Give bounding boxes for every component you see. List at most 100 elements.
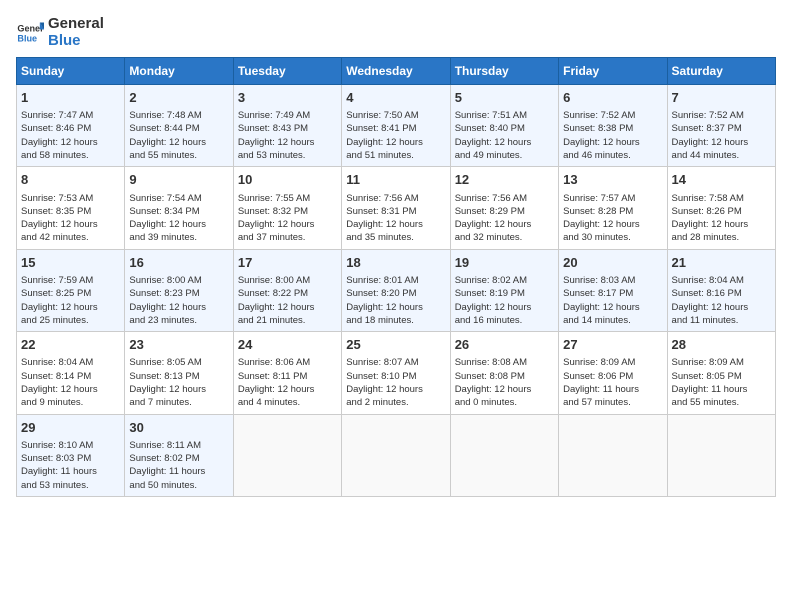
- day-info: and 21 minutes.: [238, 314, 337, 327]
- day-info: Sunrise: 8:01 AM: [346, 274, 445, 287]
- day-info: and 58 minutes.: [21, 149, 120, 162]
- day-info: and 51 minutes.: [346, 149, 445, 162]
- day-info: Daylight: 12 hours: [21, 383, 120, 396]
- calendar-week-4: 22Sunrise: 8:04 AMSunset: 8:14 PMDayligh…: [17, 332, 776, 414]
- day-info: and 0 minutes.: [455, 396, 554, 409]
- calendar-header-row: SundayMondayTuesdayWednesdayThursdayFrid…: [17, 58, 776, 85]
- day-number: 18: [346, 254, 445, 272]
- day-number: 23: [129, 336, 228, 354]
- day-info: and 50 minutes.: [129, 479, 228, 492]
- day-info: Sunrise: 7:59 AM: [21, 274, 120, 287]
- day-info: and 49 minutes.: [455, 149, 554, 162]
- calendar-cell: 16Sunrise: 8:00 AMSunset: 8:23 PMDayligh…: [125, 249, 233, 331]
- day-info: Daylight: 12 hours: [563, 301, 662, 314]
- day-info: Sunset: 8:41 PM: [346, 122, 445, 135]
- calendar-cell: 28Sunrise: 8:09 AMSunset: 8:05 PMDayligh…: [667, 332, 775, 414]
- calendar-week-3: 15Sunrise: 7:59 AMSunset: 8:25 PMDayligh…: [17, 249, 776, 331]
- day-info: Sunrise: 7:56 AM: [346, 192, 445, 205]
- day-info: Sunset: 8:10 PM: [346, 370, 445, 383]
- day-info: Sunrise: 7:57 AM: [563, 192, 662, 205]
- day-info: Sunrise: 8:00 AM: [238, 274, 337, 287]
- day-number: 16: [129, 254, 228, 272]
- day-number: 6: [563, 89, 662, 107]
- day-number: 17: [238, 254, 337, 272]
- day-info: Sunset: 8:08 PM: [455, 370, 554, 383]
- day-info: Sunset: 8:32 PM: [238, 205, 337, 218]
- day-info: Sunrise: 8:02 AM: [455, 274, 554, 287]
- day-info: Sunrise: 7:52 AM: [672, 109, 771, 122]
- day-info: Sunset: 8:03 PM: [21, 452, 120, 465]
- day-info: Sunrise: 7:54 AM: [129, 192, 228, 205]
- day-info: Sunset: 8:02 PM: [129, 452, 228, 465]
- day-info: Sunset: 8:05 PM: [672, 370, 771, 383]
- day-info: and 37 minutes.: [238, 231, 337, 244]
- calendar-cell: 9Sunrise: 7:54 AMSunset: 8:34 PMDaylight…: [125, 167, 233, 249]
- day-info: and 39 minutes.: [129, 231, 228, 244]
- calendar-cell: 5Sunrise: 7:51 AMSunset: 8:40 PMDaylight…: [450, 85, 558, 167]
- calendar-cell: 15Sunrise: 7:59 AMSunset: 8:25 PMDayligh…: [17, 249, 125, 331]
- day-number: 20: [563, 254, 662, 272]
- calendar-cell: 8Sunrise: 7:53 AMSunset: 8:35 PMDaylight…: [17, 167, 125, 249]
- calendar-cell: 3Sunrise: 7:49 AMSunset: 8:43 PMDaylight…: [233, 85, 341, 167]
- header-monday: Monday: [125, 58, 233, 85]
- calendar-cell: 2Sunrise: 7:48 AMSunset: 8:44 PMDaylight…: [125, 85, 233, 167]
- calendar-cell: 4Sunrise: 7:50 AMSunset: 8:41 PMDaylight…: [342, 85, 450, 167]
- day-info: and 18 minutes.: [346, 314, 445, 327]
- day-info: Daylight: 12 hours: [563, 136, 662, 149]
- calendar-cell: 14Sunrise: 7:58 AMSunset: 8:26 PMDayligh…: [667, 167, 775, 249]
- day-info: Daylight: 11 hours: [563, 383, 662, 396]
- day-info: Sunset: 8:46 PM: [21, 122, 120, 135]
- day-info: Sunrise: 8:06 AM: [238, 356, 337, 369]
- day-info: Sunset: 8:28 PM: [563, 205, 662, 218]
- calendar-cell: 24Sunrise: 8:06 AMSunset: 8:11 PMDayligh…: [233, 332, 341, 414]
- day-info: Sunrise: 8:11 AM: [129, 439, 228, 452]
- day-info: Daylight: 12 hours: [238, 218, 337, 231]
- day-info: Sunset: 8:06 PM: [563, 370, 662, 383]
- day-info: Sunrise: 8:05 AM: [129, 356, 228, 369]
- day-info: Daylight: 12 hours: [21, 136, 120, 149]
- day-number: 19: [455, 254, 554, 272]
- day-info: Daylight: 12 hours: [238, 136, 337, 149]
- calendar-week-1: 1Sunrise: 7:47 AMSunset: 8:46 PMDaylight…: [17, 85, 776, 167]
- day-info: Sunset: 8:44 PM: [129, 122, 228, 135]
- day-info: Sunrise: 8:10 AM: [21, 439, 120, 452]
- day-info: Daylight: 12 hours: [563, 218, 662, 231]
- day-info: Sunrise: 8:03 AM: [563, 274, 662, 287]
- calendar-cell: [667, 414, 775, 496]
- day-info: Sunset: 8:29 PM: [455, 205, 554, 218]
- day-number: 8: [21, 171, 120, 189]
- day-info: Sunrise: 7:52 AM: [563, 109, 662, 122]
- day-info: Sunset: 8:34 PM: [129, 205, 228, 218]
- day-info: and 11 minutes.: [672, 314, 771, 327]
- day-info: Sunset: 8:20 PM: [346, 287, 445, 300]
- day-info: Daylight: 12 hours: [129, 218, 228, 231]
- calendar-cell: [342, 414, 450, 496]
- day-info: Sunset: 8:11 PM: [238, 370, 337, 383]
- day-info: Sunset: 8:31 PM: [346, 205, 445, 218]
- day-info: Daylight: 12 hours: [346, 136, 445, 149]
- day-info: and 55 minutes.: [672, 396, 771, 409]
- day-info: and 46 minutes.: [563, 149, 662, 162]
- calendar-cell: [233, 414, 341, 496]
- day-info: Sunset: 8:22 PM: [238, 287, 337, 300]
- day-info: and 23 minutes.: [129, 314, 228, 327]
- day-number: 28: [672, 336, 771, 354]
- day-info: and 42 minutes.: [21, 231, 120, 244]
- day-number: 30: [129, 419, 228, 437]
- day-number: 11: [346, 171, 445, 189]
- header-wednesday: Wednesday: [342, 58, 450, 85]
- day-info: Sunset: 8:14 PM: [21, 370, 120, 383]
- day-number: 10: [238, 171, 337, 189]
- day-info: Daylight: 12 hours: [21, 218, 120, 231]
- day-info: Sunrise: 7:53 AM: [21, 192, 120, 205]
- day-number: 24: [238, 336, 337, 354]
- day-info: Daylight: 12 hours: [129, 383, 228, 396]
- calendar-table: SundayMondayTuesdayWednesdayThursdayFrid…: [16, 57, 776, 497]
- day-info: Daylight: 12 hours: [129, 301, 228, 314]
- day-info: Sunset: 8:38 PM: [563, 122, 662, 135]
- day-info: and 53 minutes.: [238, 149, 337, 162]
- day-info: Daylight: 12 hours: [672, 218, 771, 231]
- day-info: Sunrise: 7:56 AM: [455, 192, 554, 205]
- day-info: Daylight: 12 hours: [672, 301, 771, 314]
- day-info: Sunset: 8:25 PM: [21, 287, 120, 300]
